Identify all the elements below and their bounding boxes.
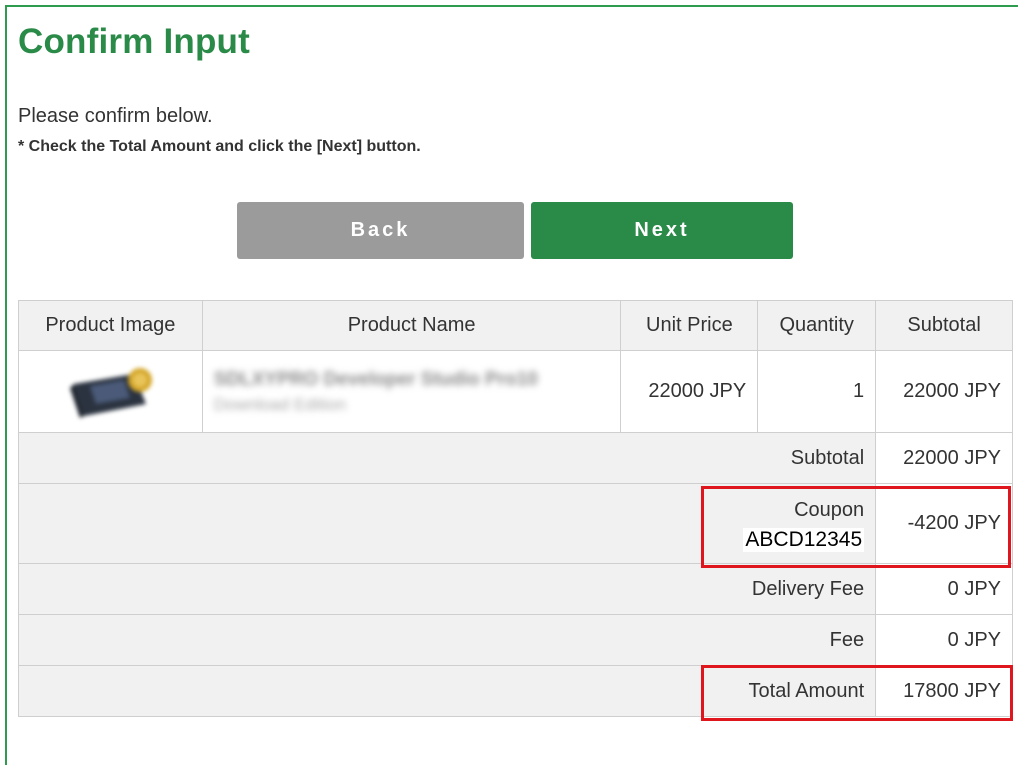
product-image-cell <box>18 350 203 433</box>
header-product-image: Product Image <box>18 300 203 351</box>
total-amount-value: 17800 JPY <box>875 665 1013 717</box>
coupon-row: Coupon ABCD12345 -4200 JPY <box>17 483 1013 564</box>
delivery-fee-value: 0 JPY <box>875 563 1013 615</box>
next-button[interactable]: Next <box>531 202 793 259</box>
header-product-name: Product Name <box>201 300 622 351</box>
product-box-image <box>70 367 153 418</box>
subtotal-label: Subtotal <box>17 432 877 484</box>
product-edition: Download Edition <box>213 394 347 414</box>
unit-price-cell: 22000 JPY <box>620 350 759 433</box>
total-amount-label: Total Amount <box>17 665 877 717</box>
order-summary-table: Product Image Product Name Unit Price Qu… <box>17 300 1013 717</box>
subtotal-row: Subtotal 22000 JPY <box>17 432 1013 484</box>
product-name: SDLXYPRO Developer Studio Pro10 <box>213 368 538 390</box>
page-title: Confirm Input <box>18 22 250 61</box>
back-button[interactable]: Back <box>237 202 524 259</box>
header-quantity: Quantity <box>757 300 877 351</box>
coupon-value: -4200 JPY <box>875 483 1013 564</box>
intro-text: Please confirm below. <box>18 105 213 127</box>
quantity-cell: 1 <box>757 350 877 433</box>
item-subtotal-cell: 22000 JPY <box>875 350 1013 433</box>
coupon-code: ABCD12345 <box>743 527 865 552</box>
instruction-note: * Check the Total Amount and click the [… <box>18 138 421 155</box>
table-row: SDLXYPRO Developer Studio Pro10 Download… <box>18 350 1013 433</box>
coupon-label-cell: Coupon ABCD12345 <box>17 483 877 564</box>
delivery-fee-row: Delivery Fee 0 JPY <box>17 563 1013 615</box>
table-header-row: Product Image Product Name Unit Price Qu… <box>18 300 1013 351</box>
delivery-fee-label: Delivery Fee <box>17 563 877 615</box>
header-unit-price: Unit Price <box>620 300 759 351</box>
fee-label: Fee <box>17 614 877 666</box>
subtotal-value: 22000 JPY <box>875 432 1013 484</box>
fee-row: Fee 0 JPY <box>17 614 1013 666</box>
fee-value: 0 JPY <box>875 614 1013 666</box>
total-amount-row: Total Amount 17800 JPY <box>17 665 1013 717</box>
coupon-label: Coupon <box>794 498 865 521</box>
header-subtotal: Subtotal <box>875 300 1013 351</box>
product-name-cell: SDLXYPRO Developer Studio Pro10 Download… <box>201 350 622 433</box>
